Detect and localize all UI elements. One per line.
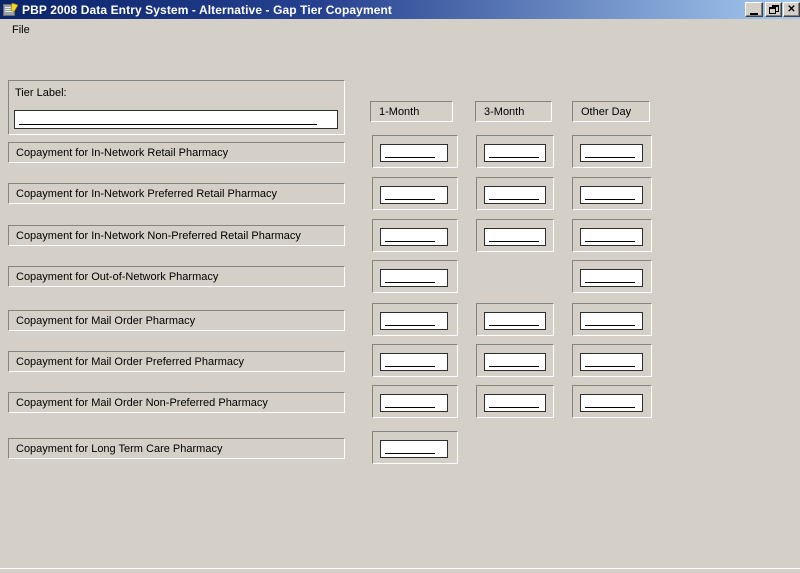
row-label-2: Copayment for In-Network Non-Preferred R… [8,225,345,246]
copay-cell-2-3-month [476,219,554,252]
row-label-1: Copayment for In-Network Preferred Retai… [8,183,345,204]
row-label-3: Copayment for Out-of-Network Pharmacy [8,266,345,287]
row-label-0: Copayment for In-Network Retail Pharmacy [8,142,345,163]
column-header-3-month: 3-Month [475,101,552,122]
input-underline [489,199,539,200]
tier-label-group: Tier Label: [8,80,345,135]
input-underline [385,366,435,367]
copay-cell-3-other-day [572,260,652,293]
input-underline [585,199,635,200]
row-label-4: Copayment for Mail Order Pharmacy [8,310,345,331]
copay-cell-1-other-day [572,177,652,210]
copay-cell-1-3-month [476,177,554,210]
copay-input-6-1-month[interactable] [380,394,448,412]
copay-cell-4-3-month [476,303,554,336]
copay-cell-6-3-month [476,385,554,418]
titlebar: PBP 2008 Data Entry System - Alternative… [0,0,800,19]
row-label-6: Copayment for Mail Order Non-Preferred P… [8,392,345,413]
copay-cell-4-1-month [372,303,458,336]
copay-input-2-1-month[interactable] [380,228,448,246]
copay-input-0-other-day[interactable] [580,144,643,162]
copay-input-3-other-day[interactable] [580,269,643,287]
copay-input-0-1-month[interactable] [380,144,448,162]
menubar: File [0,19,800,43]
tier-label-input[interactable] [14,110,338,129]
copay-cell-7-1-month [372,431,458,464]
copay-input-7-1-month[interactable] [380,440,448,458]
tier-label-caption: Tier Label: [15,87,67,99]
copay-input-2-3-month[interactable] [484,228,546,246]
copay-cell-1-1-month [372,177,458,210]
tier-label-underline [19,124,317,125]
input-underline [489,407,539,408]
copay-cell-2-1-month [372,219,458,252]
input-underline [385,157,435,158]
row-label-5: Copayment for Mail Order Preferred Pharm… [8,351,345,372]
column-header-other-day: Other Day [572,101,650,122]
input-underline [585,282,635,283]
input-underline [489,366,539,367]
copay-input-0-3-month[interactable] [484,144,546,162]
input-underline [385,282,435,283]
copay-cell-5-3-month [476,344,554,377]
menu-file[interactable]: File [7,23,35,37]
copay-cell-3-1-month [372,260,458,293]
input-underline [585,241,635,242]
copay-cell-6-1-month [372,385,458,418]
copay-input-2-other-day[interactable] [580,228,643,246]
copay-cell-5-1-month [372,344,458,377]
minimize-icon [750,13,758,15]
input-underline [385,325,435,326]
input-underline [489,157,539,158]
copay-input-6-3-month[interactable] [484,394,546,412]
copay-input-5-other-day[interactable] [580,353,643,371]
copay-input-3-1-month[interactable] [380,269,448,287]
input-underline [585,366,635,367]
close-icon: ✕ [787,5,795,15]
close-button[interactable]: ✕ [783,2,800,17]
window-title: PBP 2008 Data Entry System - Alternative… [22,3,392,17]
copay-input-1-3-month[interactable] [484,186,546,204]
window-bottom-edge [0,568,800,573]
input-underline [585,325,635,326]
restore-button[interactable] [765,2,782,17]
input-underline [385,407,435,408]
row-label-7: Copayment for Long Term Care Pharmacy [8,438,345,459]
copay-input-5-1-month[interactable] [380,353,448,371]
input-underline [585,157,635,158]
copay-input-1-1-month[interactable] [380,186,448,204]
copay-input-4-3-month[interactable] [484,312,546,330]
copay-input-1-other-day[interactable] [580,186,643,204]
copay-cell-6-other-day [572,385,652,418]
input-underline [385,241,435,242]
copay-cell-0-other-day [572,135,652,168]
input-underline [385,199,435,200]
copay-input-4-other-day[interactable] [580,312,643,330]
input-underline [489,325,539,326]
copay-cell-0-3-month [476,135,554,168]
app-icon [3,3,18,17]
input-underline [585,407,635,408]
copay-cell-2-other-day [572,219,652,252]
minimize-button[interactable] [745,2,763,17]
copay-cell-4-other-day [572,303,652,336]
copay-cell-0-1-month [372,135,458,168]
copay-input-4-1-month[interactable] [380,312,448,330]
column-header-1-month: 1-Month [370,101,453,122]
copay-cell-5-other-day [572,344,652,377]
input-underline [385,453,435,454]
input-underline [489,241,539,242]
copay-input-6-other-day[interactable] [580,394,643,412]
restore-icon [769,5,779,14]
copay-input-5-3-month[interactable] [484,353,546,371]
